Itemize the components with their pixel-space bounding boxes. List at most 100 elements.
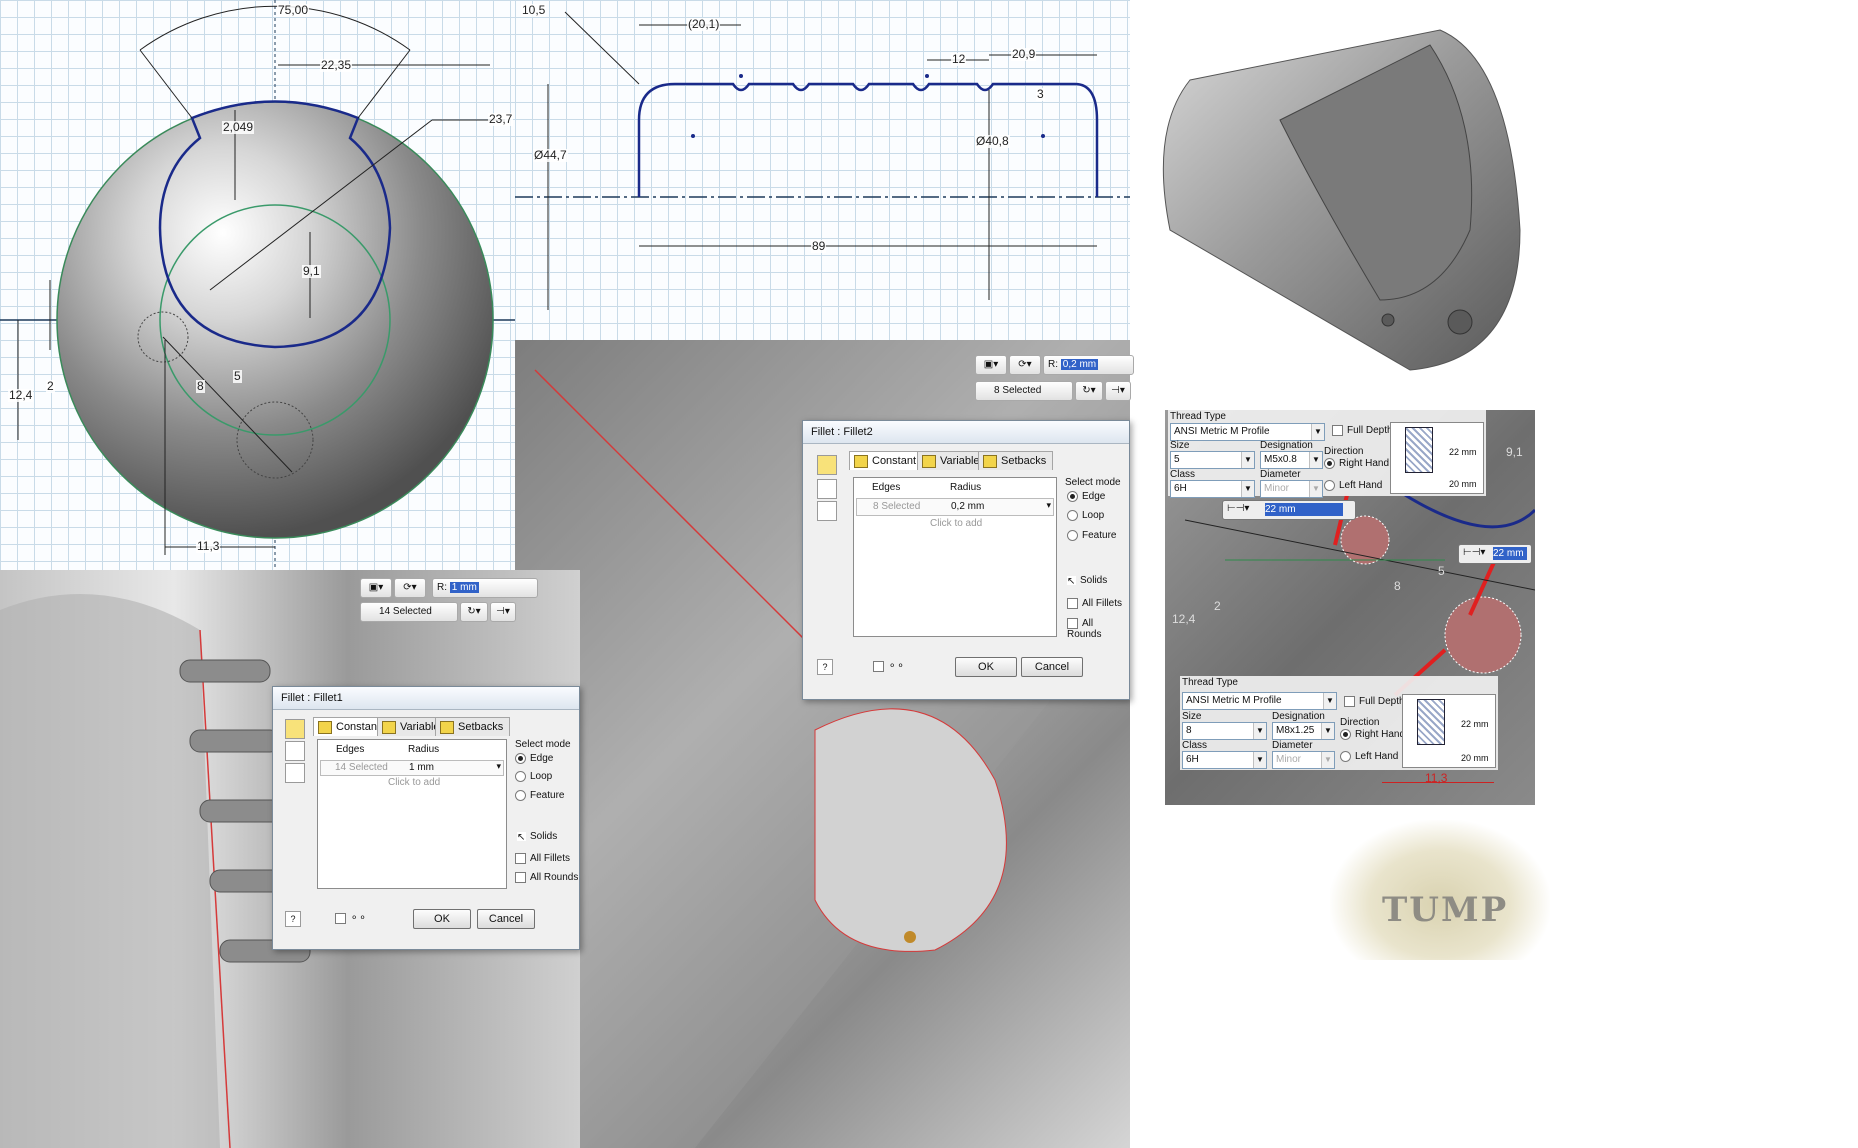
ok-button[interactable]: OK	[955, 657, 1017, 677]
help-icon[interactable]: ?	[817, 659, 833, 675]
apply-dropdown[interactable]: ↻▾	[1075, 381, 1103, 401]
mode-edge[interactable]: Edge	[1067, 491, 1105, 502]
tab-constant[interactable]: Constant	[313, 717, 388, 736]
diameter-select[interactable]: Minor ▼	[1260, 480, 1323, 498]
dim-end[interactable]: 20,9	[1011, 48, 1037, 61]
left-hand-radio[interactable]: Left Hand	[1324, 480, 1382, 491]
watermark-splash: TUMP	[1330, 820, 1550, 960]
fillet-marker	[904, 931, 916, 943]
size-select[interactable]: 5 ▼	[1170, 451, 1255, 469]
right-hand-radio[interactable]: Right Hand	[1324, 458, 1389, 469]
designation-select[interactable]: M5x0.8 ▼	[1260, 451, 1323, 469]
mode-feature[interactable]: Feature	[515, 790, 564, 801]
cancel-button[interactable]: Cancel	[477, 909, 535, 929]
tab-variable[interactable]: Variable	[917, 451, 987, 470]
radius-value[interactable]: 0,2 mm	[1060, 359, 1099, 370]
click-to-add[interactable]: Click to add	[388, 777, 440, 788]
diameter-select[interactable]: Minor ▼	[1272, 751, 1335, 769]
thread-type-select[interactable]: ANSI Metric M Profile ▼	[1182, 692, 1337, 710]
selected-edges-button[interactable]: 14 Selected	[360, 602, 458, 622]
preview-checkbox[interactable]: ⚬⚬	[335, 913, 367, 924]
hole-highlight-large	[1444, 596, 1522, 674]
dim-center[interactable]: 5	[233, 370, 242, 383]
depth-input-value[interactable]: 22 mm	[1265, 503, 1343, 516]
dim-holes[interactable]: 8	[196, 380, 205, 393]
dim-slot[interactable]: 2,049	[222, 121, 255, 134]
edge-row-radius[interactable]: 0,2 mm	[951, 501, 984, 512]
radius-field[interactable]: R: 0,2 mm	[1043, 355, 1134, 375]
all-fillets-checkbox[interactable]: All Fillets	[515, 853, 570, 864]
depth-input-value[interactable]: 22 mm	[1493, 547, 1527, 560]
apply-dropdown[interactable]: ↻▾	[460, 602, 488, 622]
radius-label: R:	[437, 582, 447, 593]
dim-inner-dia[interactable]: Ø40,8	[975, 135, 1010, 148]
face-fillet-icon[interactable]	[285, 741, 305, 761]
dim-top-left[interactable]: 10,5	[521, 4, 547, 17]
dim-groove-pos[interactable]: (20,1)	[687, 18, 721, 31]
depth-input-1[interactable]: ⊢⊣▾ 22 mm	[1222, 500, 1356, 520]
more-options-button[interactable]: ⊣▾	[1105, 381, 1131, 401]
dim-angle[interactable]: 75,00	[277, 4, 310, 17]
more-options-button[interactable]: ⊣▾	[490, 602, 516, 622]
mode-loop[interactable]: Loop	[515, 771, 552, 782]
radius-field[interactable]: R: 1 mm	[432, 578, 538, 598]
click-to-add[interactable]: Click to add	[930, 518, 982, 529]
full-round-icon[interactable]	[285, 763, 305, 783]
mode-feature[interactable]: Feature	[1067, 530, 1116, 541]
fillet-mode-button[interactable]: ⟳▾	[394, 578, 426, 598]
all-rounds-checkbox[interactable]: All Rounds	[1067, 618, 1129, 640]
fillet-mode-button[interactable]: ⟳▾	[1009, 355, 1041, 375]
all-fillets-checkbox[interactable]: All Fillets	[1067, 598, 1122, 609]
mode-loop[interactable]: Loop	[1067, 510, 1104, 521]
preview-checkbox[interactable]: ⚬⚬	[873, 661, 905, 672]
ok-button[interactable]: OK	[413, 909, 471, 929]
class-select[interactable]: 6H ▼	[1170, 480, 1255, 498]
solids-selector[interactable]: ↖ Solids	[1067, 575, 1107, 587]
dim-spacing[interactable]: 12	[951, 53, 967, 66]
dim-small-h[interactable]: 2	[46, 380, 55, 393]
selected-edges-button[interactable]: 8 Selected	[975, 381, 1073, 401]
full-depth-checkbox[interactable]: Full Depth	[1332, 425, 1393, 436]
all-rounds-checkbox[interactable]: All Rounds	[515, 872, 578, 883]
dim-fillet[interactable]: 3	[1036, 88, 1045, 101]
dim-length[interactable]: 89	[811, 240, 827, 253]
cancel-button[interactable]: Cancel	[1021, 657, 1083, 677]
dim-diameter[interactable]: 23,7	[488, 113, 514, 126]
edge-row-radius[interactable]: 1 mm	[409, 762, 434, 773]
thread-dialog-1: Thread Type ANSI Metric M Profile ▼ Full …	[1168, 410, 1486, 498]
face-fillet-icon[interactable]	[817, 479, 837, 499]
selection-filter-button[interactable]: ▣▾	[975, 355, 1007, 375]
selection-filter-button[interactable]: ▣▾	[360, 578, 392, 598]
dim-left-h[interactable]: 12,4	[8, 389, 34, 402]
dim-offset[interactable]: 9,1	[302, 265, 321, 278]
depth1-label: 22 mm	[1461, 719, 1489, 729]
dim-width[interactable]: 22,35	[320, 59, 353, 72]
thread-type-select[interactable]: ANSI Metric M Profile ▼	[1170, 423, 1325, 441]
tab-setbacks[interactable]: Setbacks	[435, 717, 511, 736]
designation-select[interactable]: M8x1.25 ▼	[1272, 722, 1335, 740]
fillet-type-icon[interactable]	[285, 719, 305, 739]
help-icon[interactable]: ?	[285, 911, 301, 927]
mini-toolbar-top: ▣▾ ⟳▾ R: 0,2 mm 8 Selected ↻▾ ⊣▾	[975, 355, 1135, 405]
tab-constant[interactable]: Constant	[849, 451, 924, 470]
fillet-type-icon[interactable]	[817, 455, 837, 475]
radius-value[interactable]: 1 mm	[449, 582, 479, 593]
sketch-panel-sphere: 75,00 22,35 23,7 2,049 9,1 2 12,4 5 8 11…	[0, 0, 515, 570]
thread-dim-nine: 9,1	[1506, 445, 1523, 459]
right-hand-radio[interactable]: Right Hand	[1340, 729, 1405, 740]
dropdown-icon[interactable]: ▾	[496, 761, 501, 772]
size-select[interactable]: 8 ▼	[1182, 722, 1267, 740]
dim-bottom[interactable]: 11,3	[196, 540, 221, 553]
tab-setbacks[interactable]: Setbacks	[978, 451, 1054, 470]
dropdown-icon[interactable]: ▾	[1046, 500, 1051, 511]
mode-edge[interactable]: Edge	[515, 753, 553, 764]
full-round-icon[interactable]	[817, 501, 837, 521]
solids-selector[interactable]: ↖ Solids	[517, 831, 557, 843]
depth-input-2[interactable]: ⊢⊣▾ 22 mm	[1458, 544, 1532, 564]
edge-row[interactable]: 8 Selected 0,2 mm ▾	[856, 498, 1054, 516]
class-select[interactable]: 6H ▼	[1182, 751, 1267, 769]
edge-row[interactable]: 14 Selected 1 mm ▾	[320, 760, 504, 776]
dim-outer-dia[interactable]: Ø44,7	[533, 149, 568, 162]
full-depth-checkbox[interactable]: Full Depth	[1344, 696, 1405, 707]
left-hand-radio[interactable]: Left Hand	[1340, 751, 1398, 762]
